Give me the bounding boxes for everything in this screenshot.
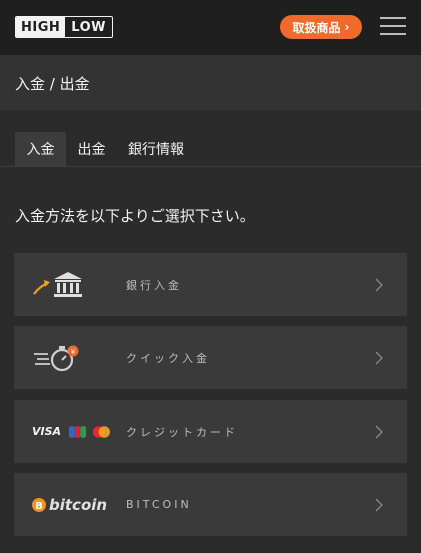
quick-deposit-icon: ¥ bbox=[32, 326, 112, 389]
chevron-right-icon bbox=[375, 400, 383, 463]
credit-card-brands-icon: VISA bbox=[32, 400, 112, 463]
highlow-logo[interactable]: HIGH LOW bbox=[15, 16, 113, 38]
visa-logo: VISA bbox=[32, 425, 62, 438]
bank-icon bbox=[32, 253, 112, 316]
chevron-right-icon bbox=[375, 253, 383, 316]
method-credit-card[interactable]: VISA クレジットカード bbox=[14, 400, 407, 463]
top-bar: HIGH LOW 取扱商品 › bbox=[0, 0, 421, 55]
tab-deposit[interactable]: 入金 bbox=[15, 132, 66, 166]
tab-withdraw[interactable]: 出金 bbox=[66, 132, 117, 166]
products-button[interactable]: 取扱商品 › bbox=[280, 15, 362, 39]
instruction-text: 入金方法を以下よりご選択下さい。 bbox=[15, 207, 255, 225]
method-label: クレジットカード bbox=[126, 425, 238, 439]
method-bitcoin[interactable]: B bitcoin BITCOIN bbox=[14, 473, 407, 536]
bitcoin-coin-icon: B bbox=[32, 497, 46, 512]
hamburger-icon[interactable] bbox=[380, 16, 406, 36]
svg-text:¥: ¥ bbox=[71, 348, 76, 356]
tab-divider bbox=[0, 166, 421, 167]
bitcoin-wordmark: bitcoin bbox=[49, 495, 108, 514]
products-button-label: 取扱商品 bbox=[292, 20, 341, 35]
chevron-right-icon bbox=[375, 326, 383, 389]
chevron-right-icon bbox=[375, 473, 383, 536]
logo-low: LOW bbox=[71, 19, 106, 35]
bitcoin-icon: B bitcoin bbox=[32, 473, 112, 536]
jcb-icon bbox=[68, 425, 87, 438]
svg-text:B: B bbox=[35, 501, 43, 512]
tab-bank-info[interactable]: 銀行情報 bbox=[117, 132, 195, 166]
method-bank-deposit[interactable]: 銀行入金 bbox=[14, 253, 407, 316]
method-label: BITCOIN bbox=[126, 498, 192, 511]
chevron-right-icon: › bbox=[344, 20, 350, 34]
method-quick-deposit[interactable]: ¥ クイック入金 bbox=[14, 326, 407, 389]
breadcrumb: 入金 / 出金 bbox=[15, 75, 90, 93]
method-label: 銀行入金 bbox=[126, 278, 182, 292]
mastercard-icon bbox=[92, 425, 111, 438]
logo-high: HIGH bbox=[16, 17, 66, 37]
method-label: クイック入金 bbox=[126, 351, 210, 365]
